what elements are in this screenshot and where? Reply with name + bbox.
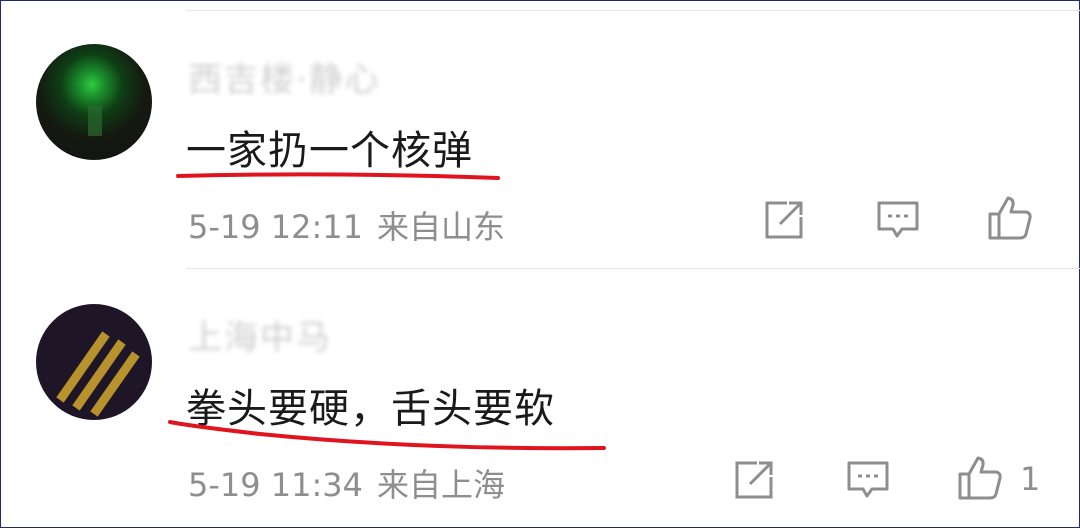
comment-username[interactable]: 上海中马 (188, 310, 332, 359)
comment-meta: 5-19 11:34 来自上海 (188, 460, 505, 506)
comment-text: 一家扔一个核弹 (186, 128, 473, 174)
thumbs-up-icon (958, 456, 1002, 500)
comment-item: 上海中马 拳头要硬，舌头要软 5-19 11:34 来自上海 1 (0, 270, 1080, 530)
like-count: 1 (1020, 460, 1041, 498)
comment-location: 来自上海 (377, 466, 506, 504)
reply-button[interactable] (874, 196, 922, 244)
share-button[interactable] (760, 196, 808, 244)
comment-time: 5-19 11:34 (188, 466, 364, 504)
like-button[interactable] (986, 194, 1034, 242)
thumbs-up-icon (988, 196, 1032, 240)
comment-username[interactable]: 西吉楼·静心 (188, 52, 381, 101)
share-icon (765, 201, 803, 239)
gold-stripes-icon (56, 331, 140, 417)
comment-item: 西吉楼·静心 一家扔一个核弹 5-19 12:11 来自山东 (0, 0, 1080, 260)
comment-icon (877, 201, 919, 238)
avatar[interactable] (36, 304, 152, 420)
comment-location: 来自山东 (377, 208, 506, 246)
comment-meta: 5-19 12:11 来自山东 (188, 202, 505, 248)
comment-time: 5-19 12:11 (188, 208, 364, 246)
share-button[interactable] (730, 456, 778, 504)
reply-button[interactable] (844, 456, 892, 504)
like-button[interactable] (956, 454, 1004, 502)
avatar-glow (88, 106, 102, 136)
avatar[interactable] (36, 44, 152, 160)
comment-icon (847, 461, 889, 498)
share-icon (735, 461, 773, 499)
comment-text: 拳头要硬，舌头要软 (186, 386, 555, 432)
comment-divider (186, 268, 1080, 269)
